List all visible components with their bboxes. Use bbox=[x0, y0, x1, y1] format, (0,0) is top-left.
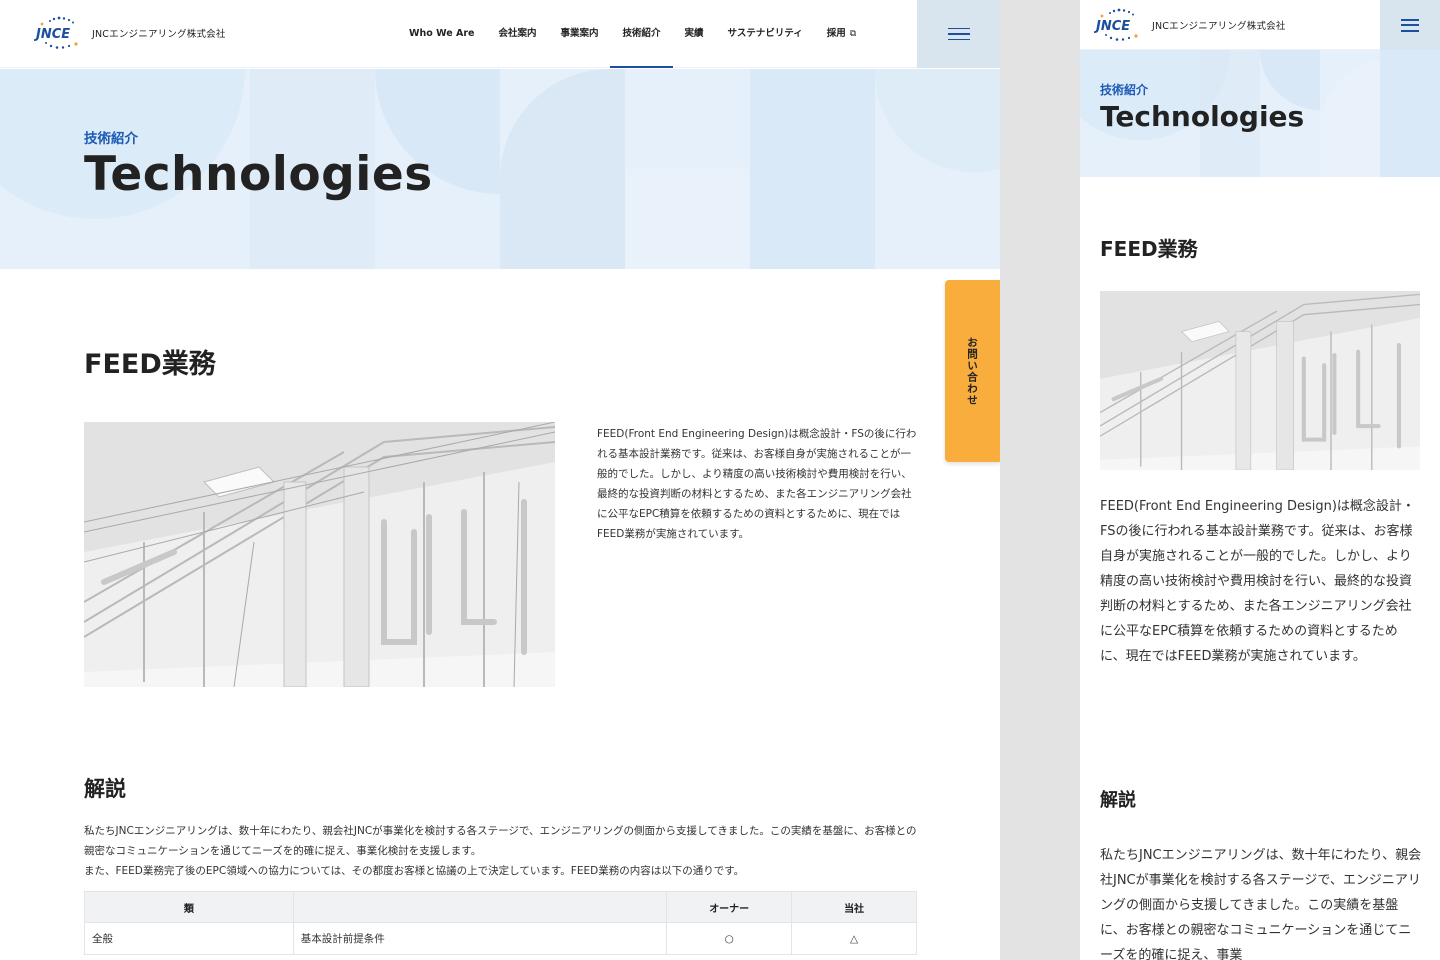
page-title: Technologies bbox=[84, 147, 433, 202]
nav-item-company[interactable]: 会社案内 bbox=[486, 0, 548, 68]
table-cell: ○ bbox=[666, 922, 793, 955]
plant-render-graphic bbox=[1100, 291, 1420, 470]
explanation-heading: 解説 bbox=[84, 777, 126, 801]
nav-item-results[interactable]: 実績 bbox=[673, 0, 716, 68]
table-header-category: 類 bbox=[84, 891, 294, 923]
mobile-explanation-heading: 解説 bbox=[1100, 790, 1136, 811]
mobile-company-name: JNCエンジニアリング株式会社 bbox=[1152, 21, 1286, 32]
nav-item-technologies[interactable]: 技術紹介 bbox=[610, 0, 673, 68]
table-cell: △ bbox=[791, 922, 917, 955]
nav-item-business[interactable]: 事業案内 bbox=[548, 0, 610, 68]
hamburger-menu-icon bbox=[947, 27, 970, 41]
svg-text:JNCE: JNCE bbox=[1094, 19, 1130, 34]
jnce-logo-icon: JNCE bbox=[1094, 8, 1138, 41]
plant-render-graphic bbox=[84, 422, 555, 687]
table-header-item bbox=[292, 891, 668, 923]
desktop-view: JNCE JNCエンジニアリング株式会社 Who We Are 会社案内 事業案… bbox=[0, 0, 1000, 960]
feed-scope-table: 類 オーナー 当社 全般 基本設計前提条件 ○ △ bbox=[84, 891, 917, 955]
nav-item-recruit-label: 採用 bbox=[826, 28, 846, 39]
svg-text:JNCE: JNCE bbox=[34, 27, 70, 42]
company-name: JNCエンジニアリング株式会社 bbox=[92, 29, 226, 40]
mobile-explanation-text: 私たちJNCエンジニアリングは、数十年にわたり、親会社JNCが事業化を検討する各… bbox=[1100, 848, 1422, 960]
page-hero: 技術紹介 Technologies bbox=[0, 69, 1000, 269]
site-header: JNCE JNCエンジニアリング株式会社 Who We Are 会社案内 事業案… bbox=[0, 0, 1000, 68]
hamburger-menu-button[interactable] bbox=[917, 0, 1000, 68]
table-row: 全般 基本設計前提条件 ○ △ bbox=[84, 922, 917, 955]
mobile-section-heading: FEED業務 bbox=[1100, 237, 1198, 261]
table-header-row: 類 オーナー 当社 bbox=[84, 891, 917, 923]
mobile-page-hero: 技術紹介 Technologies bbox=[1080, 50, 1440, 177]
mobile-page-title: Technologies bbox=[1100, 100, 1305, 133]
mobile-header: JNCE JNCエンジニアリング株式会社 bbox=[1080, 0, 1440, 50]
mobile-section-paragraph: FEED(Front End Engineering Design)は概念設計・… bbox=[1100, 499, 1415, 664]
contact-button[interactable]: お問い合わせ bbox=[945, 280, 1000, 462]
nav-item-recruit[interactable]: 採用 ⧉ bbox=[815, 0, 868, 68]
table-header-company: 当社 bbox=[791, 891, 917, 923]
site-logo[interactable]: JNCE JNCエンジニアリング株式会社 bbox=[34, 16, 226, 50]
explanation-line-1: 私たちJNCエンジニアリングは、数十年にわたり、親会社JNCが事業化を検討する各… bbox=[84, 825, 917, 857]
nav-item-who-we-are[interactable]: Who We Are bbox=[397, 0, 486, 68]
mobile-hero-kicker: 技術紹介 bbox=[1100, 83, 1149, 97]
external-link-icon: ⧉ bbox=[849, 29, 857, 39]
explanation-line-2: また、FEED業務完了後のEPC領域への協力については、その都度お客様と協議の上… bbox=[84, 865, 745, 877]
table-header-owner: オーナー bbox=[666, 891, 793, 923]
mobile-hamburger-menu-button[interactable] bbox=[1380, 0, 1440, 50]
jnce-logo-icon: JNCE bbox=[34, 16, 78, 49]
feed-illustration-image bbox=[84, 422, 555, 687]
mobile-view: JNCE JNCエンジニアリング株式会社 技術紹介 Technologies F… bbox=[1080, 0, 1440, 960]
mobile-site-logo[interactable]: JNCE JNCエンジニアリング株式会社 bbox=[1094, 8, 1286, 42]
contact-button-label: お問い合わせ bbox=[966, 336, 978, 406]
section-paragraph: FEED(Front End Engineering Design)は概念設計・… bbox=[597, 428, 917, 540]
nav-item-sustainability[interactable]: サステナビリティ bbox=[716, 0, 815, 68]
main-nav: Who We Are 会社案内 事業案内 技術紹介 実績 サステナビリティ 採用… bbox=[397, 0, 868, 68]
hamburger-menu-icon bbox=[1401, 18, 1419, 32]
table-cell: 全般 bbox=[84, 922, 294, 955]
mobile-feed-illustration-image bbox=[1100, 291, 1420, 470]
hero-kicker: 技術紹介 bbox=[84, 131, 138, 147]
table-cell: 基本設計前提条件 bbox=[292, 922, 668, 955]
explanation-text: 私たちJNCエンジニアリングは、数十年にわたり、親会社JNCが事業化を検討する各… bbox=[84, 821, 924, 881]
section-heading: FEED業務 bbox=[84, 349, 216, 380]
